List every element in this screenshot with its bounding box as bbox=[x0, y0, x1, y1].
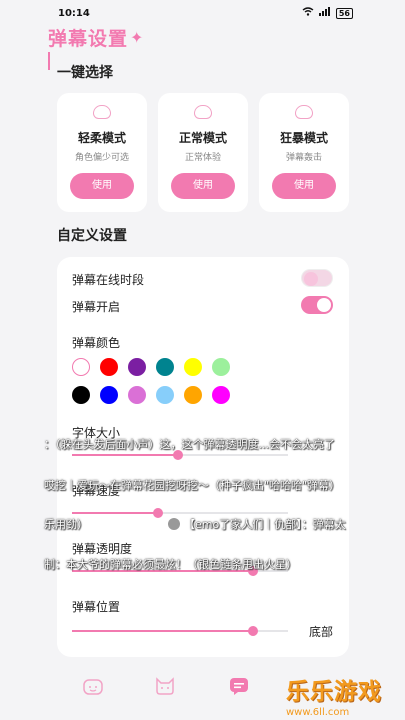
color-swatch[interactable] bbox=[72, 358, 90, 376]
gentle-face-icon bbox=[93, 105, 111, 119]
watermark-logo: 乐乐游戏 www.6ll.com bbox=[286, 672, 404, 718]
signal-icon bbox=[318, 7, 331, 19]
slider-fill bbox=[72, 570, 254, 572]
color-swatch[interactable] bbox=[100, 358, 118, 376]
enable-toggle[interactable] bbox=[301, 296, 333, 314]
page-header: 弹幕设置 ✦ bbox=[48, 24, 143, 51]
slider-knob[interactable] bbox=[172, 450, 183, 460]
normal-face-icon bbox=[194, 105, 212, 119]
title-accent-bar bbox=[48, 52, 50, 70]
color-swatch[interactable] bbox=[128, 386, 146, 404]
quick-section-title: 一键选择 bbox=[57, 65, 113, 81]
mode-desc: 角色偏少可选 bbox=[74, 153, 129, 163]
custom-section-title: 自定义设置 bbox=[57, 228, 127, 244]
color-label: 弹幕颜色 bbox=[72, 336, 121, 350]
status-time: 10:14 bbox=[58, 7, 90, 19]
position-label: 弹幕位置 bbox=[72, 600, 121, 614]
color-swatch[interactable] bbox=[72, 386, 90, 404]
status-icons: 56 bbox=[302, 7, 353, 19]
font-size-label: 字体大小 bbox=[72, 426, 121, 440]
color-swatch[interactable] bbox=[156, 386, 174, 404]
frenzy-face-icon bbox=[295, 105, 313, 119]
position-value-text: 底部 bbox=[309, 625, 334, 639]
mode-name: 正常模式 bbox=[178, 131, 227, 145]
slider-fill bbox=[72, 454, 178, 456]
opacity-slider[interactable] bbox=[72, 566, 288, 576]
use-frenzy-button[interactable]: 使用 bbox=[272, 173, 336, 199]
opacity-label: 弹幕透明度 bbox=[72, 542, 133, 556]
online-label: 弹幕在线时段 bbox=[72, 273, 145, 287]
slider-fill bbox=[72, 512, 159, 514]
mode-name: 狂暴模式 bbox=[279, 131, 328, 145]
mode-card-gentle: 轻柔模式 角色偏少可选 使用 bbox=[57, 93, 147, 212]
slider-fill bbox=[72, 630, 254, 632]
use-normal-button[interactable]: 使用 bbox=[171, 173, 235, 199]
color-swatch[interactable] bbox=[212, 386, 230, 404]
nav-home-icon[interactable] bbox=[82, 676, 108, 698]
color-swatch[interactable] bbox=[128, 358, 146, 376]
mode-name: 轻柔模式 bbox=[77, 131, 126, 145]
online-toggle[interactable] bbox=[301, 269, 333, 287]
mode-desc: 弹幕轰击 bbox=[285, 153, 322, 163]
battery-icon: 56 bbox=[335, 7, 353, 19]
page-title: 弹幕设置 bbox=[48, 28, 129, 50]
nav-cat-icon[interactable] bbox=[154, 676, 180, 698]
font-size-slider[interactable] bbox=[72, 450, 288, 460]
mode-card-frenzy: 狂暴模式 弹幕轰击 使用 bbox=[259, 93, 349, 212]
color-swatch[interactable] bbox=[100, 386, 118, 404]
color-swatch[interactable] bbox=[184, 386, 202, 404]
color-swatch[interactable] bbox=[184, 358, 202, 376]
position-slider[interactable] bbox=[72, 626, 288, 636]
speed-slider[interactable] bbox=[72, 508, 288, 518]
speed-label: 弹幕速度 bbox=[72, 484, 121, 498]
enable-label: 弹幕开启 bbox=[72, 300, 121, 314]
color-swatch[interactable] bbox=[212, 358, 230, 376]
wifi-icon bbox=[302, 7, 314, 19]
watermark-url: www.6ll.com bbox=[286, 707, 350, 718]
mode-card-normal: 正常模式 正常体验 使用 bbox=[158, 93, 248, 212]
watermark-main: 乐乐游戏 bbox=[286, 679, 382, 705]
nav-danmaku-icon[interactable] bbox=[228, 676, 254, 698]
color-swatch[interactable] bbox=[156, 358, 174, 376]
sparkle-icon: ✦ bbox=[130, 28, 144, 47]
status-bar: 10:14 56 bbox=[42, 0, 363, 26]
use-gentle-button[interactable]: 使用 bbox=[70, 173, 134, 199]
mode-desc: 正常体验 bbox=[184, 153, 221, 163]
custom-settings-card bbox=[57, 257, 349, 657]
